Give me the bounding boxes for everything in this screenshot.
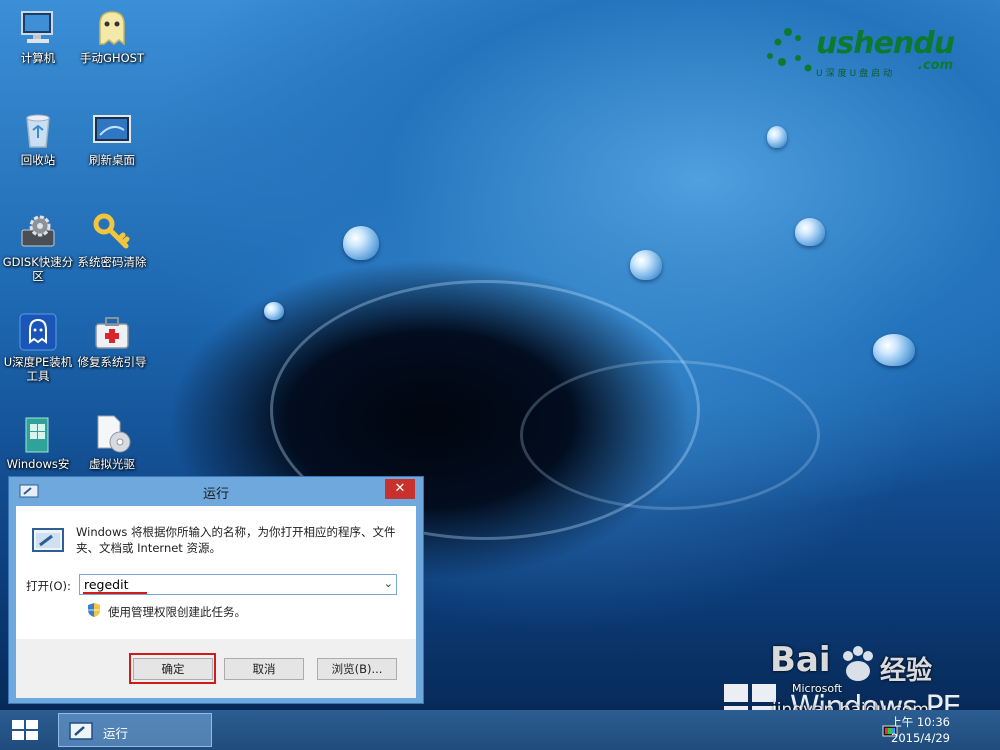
- ok-button[interactable]: 确定: [133, 658, 213, 680]
- desktop-icon-repair-boot[interactable]: 修复系统引导: [74, 312, 150, 369]
- taskbar-item-label: 运行: [103, 726, 129, 741]
- run-dialog-content: Windows 将根据你所输入的名称，为你打开相应的程序、文件夹、文档或 Int…: [16, 506, 416, 639]
- clock-time: 上午 10:36: [890, 715, 950, 729]
- desktop-icon-gdisk[interactable]: GDISK快速分区: [0, 212, 76, 283]
- run-dialog-body: Windows 将根据你所输入的名称，为你打开相应的程序、文件夹、文档或 Int…: [16, 506, 416, 698]
- water-drop: [873, 334, 915, 366]
- water-drop: [795, 218, 825, 246]
- repair-kit-icon: [92, 312, 132, 352]
- run-description: Windows 将根据你所输入的名称，为你打开相应的程序、文件夹、文档或 Int…: [76, 525, 396, 555]
- baidu-watermark: Bai: [770, 640, 831, 680]
- virtual-drive-icon: [92, 414, 132, 454]
- run-program-icon: [32, 528, 64, 556]
- clock-date: 2015/4/29: [891, 731, 950, 745]
- desktop-icon-windows-install[interactable]: Windows安: [0, 414, 76, 471]
- uac-shield-icon: [86, 602, 102, 618]
- taskbar: 运行 上午 10:36 2015/4/29: [0, 710, 1000, 750]
- run-dialog: 运行 ✕ Windows 将根据你所输入的名称，为你打开相应的程序、文件夹、文档…: [8, 476, 424, 704]
- recycle-bin-icon: [18, 110, 58, 150]
- logo-dotcom: .com: [918, 58, 954, 73]
- desktop-icon-ghost[interactable]: 手动GHOST: [74, 8, 150, 65]
- desktop-icon-label: 计算机: [20, 51, 56, 65]
- desktop-icon-label: 修复系统引导: [77, 355, 147, 369]
- ghost-icon: [92, 8, 132, 48]
- taskbar-item-run[interactable]: 运行: [58, 713, 212, 747]
- wallpaper-ripple: [520, 360, 820, 510]
- water-drop: [630, 250, 662, 280]
- cancel-button[interactable]: 取消: [224, 658, 304, 680]
- disk-gear-icon: [18, 212, 58, 252]
- pe-install-tool-icon: [18, 312, 58, 352]
- desktop-icon-pe-install-tool[interactable]: U深度PE装机工具: [0, 312, 76, 383]
- open-input-value[interactable]: regedit: [84, 577, 129, 592]
- refresh-desktop-icon: [92, 110, 132, 150]
- annotation-underline: [83, 592, 147, 594]
- baidu-paw-icon: [838, 644, 878, 688]
- desktop-icon-label: GDISK快速分区: [2, 255, 74, 283]
- chevron-down-icon[interactable]: ⌄: [384, 577, 393, 590]
- run-task-icon: [69, 722, 93, 744]
- admin-note: 使用管理权限创建此任务。: [108, 605, 246, 619]
- system-clock[interactable]: 上午 10:36 2015/4/29: [890, 714, 950, 746]
- desktop-icon-label: Windows安: [6, 457, 70, 471]
- start-button[interactable]: [8, 716, 42, 744]
- run-dialog-titlebar[interactable]: 运行 ✕: [9, 477, 423, 505]
- computer-icon: [18, 8, 58, 48]
- desktop-icon-label: 系统密码清除: [77, 255, 147, 269]
- water-drop: [343, 226, 379, 260]
- desktop-icon-virtual-drive[interactable]: 虚拟光驱: [74, 414, 150, 471]
- baidu-jingyan-watermark: 经验: [880, 656, 933, 686]
- desktop-icon-label: 手动GHOST: [80, 51, 144, 65]
- desktop-icon-refresh-desktop[interactable]: 刷新桌面: [74, 110, 150, 167]
- windows-start-icon: [12, 720, 38, 740]
- logo-subtitle: U深度U盘启动: [816, 69, 896, 79]
- run-dialog-title: 运行: [202, 487, 229, 502]
- desktop-icon-label: U深度PE装机工具: [3, 355, 73, 383]
- desktop-icon-computer[interactable]: 计算机: [0, 8, 76, 65]
- close-button[interactable]: ✕: [385, 479, 415, 499]
- open-label: 打开(O):: [26, 579, 71, 593]
- logo-mark-icon: [767, 28, 812, 72]
- water-drop: [264, 302, 284, 320]
- windows-install-icon: [18, 414, 58, 454]
- browse-button[interactable]: 浏览(B)...: [317, 658, 397, 680]
- ushendu-logo: ushendu .com U深度U盘启动: [758, 22, 983, 82]
- desktop-icon-label: 刷新桌面: [89, 153, 135, 167]
- desktop-icon-label: 虚拟光驱: [89, 457, 135, 471]
- desktop-icon-recycle-bin[interactable]: 回收站: [0, 110, 76, 167]
- desktop-icon-label: 回收站: [20, 153, 56, 167]
- water-drop: [767, 126, 787, 148]
- key-icon: [92, 212, 132, 252]
- desktop-icon-password-clear[interactable]: 系统密码清除: [74, 212, 150, 269]
- logo-text: ushendu: [816, 26, 955, 61]
